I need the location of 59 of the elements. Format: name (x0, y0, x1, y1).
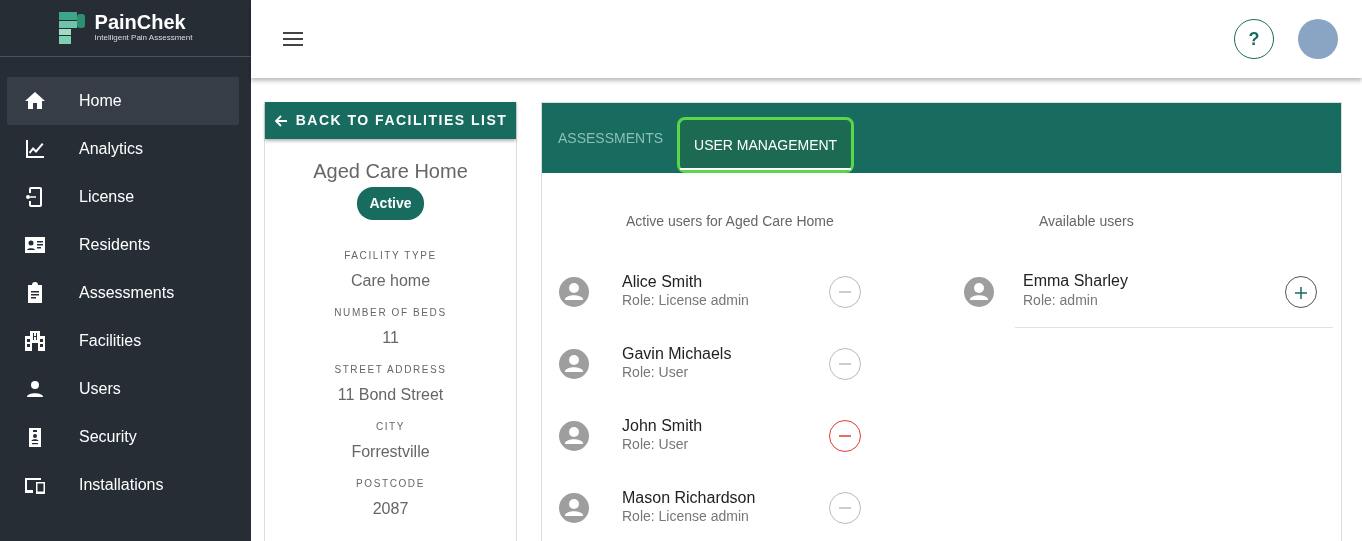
user-role: Role: License admin (622, 507, 750, 527)
line-chart-icon (23, 137, 47, 161)
plus-icon (1294, 285, 1308, 300)
logo-icon (58, 12, 87, 44)
remove-user-button[interactable] (829, 420, 861, 452)
help-button[interactable]: ? (1234, 19, 1274, 59)
sidebar-item[interactable]: Assessments (7, 269, 239, 317)
field-value: Care home (350, 271, 431, 291)
user-avatar-icon (963, 275, 995, 308)
field-value: 11 (382, 328, 399, 348)
sidebar-item[interactable]: Facilities (7, 317, 239, 365)
section-title: Active users for Aged Care Home (625, 212, 835, 231)
user-avatar-icon (558, 492, 590, 524)
sidebar-item[interactable]: License (7, 173, 239, 221)
user-role: Role: admin (1023, 290, 1099, 310)
remove-user-button[interactable] (829, 348, 861, 380)
add-user-button[interactable] (1285, 275, 1317, 308)
building-icon (23, 329, 47, 353)
status-badge: Active (357, 187, 424, 220)
user-avatar-icon (558, 420, 590, 452)
profile-avatar[interactable] (1298, 19, 1338, 59)
minus-icon (839, 435, 851, 437)
user-name: John Smith (622, 416, 704, 435)
sidebar-item[interactable]: Analytics (7, 125, 239, 173)
field-label: POSTCODE (356, 477, 425, 491)
field-label: NUMBER OF BEDS (334, 306, 447, 320)
field-label: CITY (375, 420, 406, 434)
user-name: Gavin Michaels (622, 344, 733, 363)
tab[interactable]: USER MANAGEMENT (677, 117, 855, 173)
user-role: Role: User (622, 435, 690, 455)
minus-icon (839, 291, 851, 293)
field-value: 11 Bond Street (337, 385, 444, 405)
sidebar-item[interactable]: Users (7, 365, 239, 413)
user-avatar-icon (558, 348, 590, 380)
back-button[interactable]: BACK TO FACILITIES LIST (265, 102, 516, 139)
section-title: Available users (1038, 212, 1135, 231)
logo-name: PainChek (94, 12, 187, 32)
sidebar-item[interactable]: Residents (7, 221, 239, 269)
arrow-left-icon (273, 113, 288, 128)
field-label: FACILITY TYPE (344, 249, 437, 263)
field-value: 2087 (372, 499, 409, 519)
logo-tagline: Intelligent Pain Assessment (94, 32, 193, 44)
facility-name: Aged Care Home (313, 159, 468, 183)
user-role: Role: User (622, 363, 690, 383)
sidebar-item[interactable]: Security (7, 413, 239, 461)
user-name: Emma Sharley (1023, 272, 1129, 290)
field-label: STREET ADDRESS (334, 363, 447, 377)
sidebar-item[interactable]: Installations (7, 461, 239, 509)
remove-user-button[interactable] (829, 492, 861, 524)
minus-icon (839, 507, 851, 509)
user-name: Alice Smith (622, 272, 704, 291)
minus-icon (839, 363, 851, 365)
remove-user-button[interactable] (829, 276, 861, 308)
sidebar-item[interactable]: Home (7, 77, 239, 125)
user-name: Mason Richardson (622, 488, 757, 507)
field-value: Forrestville (351, 442, 430, 462)
menu-icon[interactable] (283, 32, 303, 46)
user-avatar-icon (558, 276, 590, 308)
user-role: Role: License admin (622, 291, 750, 311)
